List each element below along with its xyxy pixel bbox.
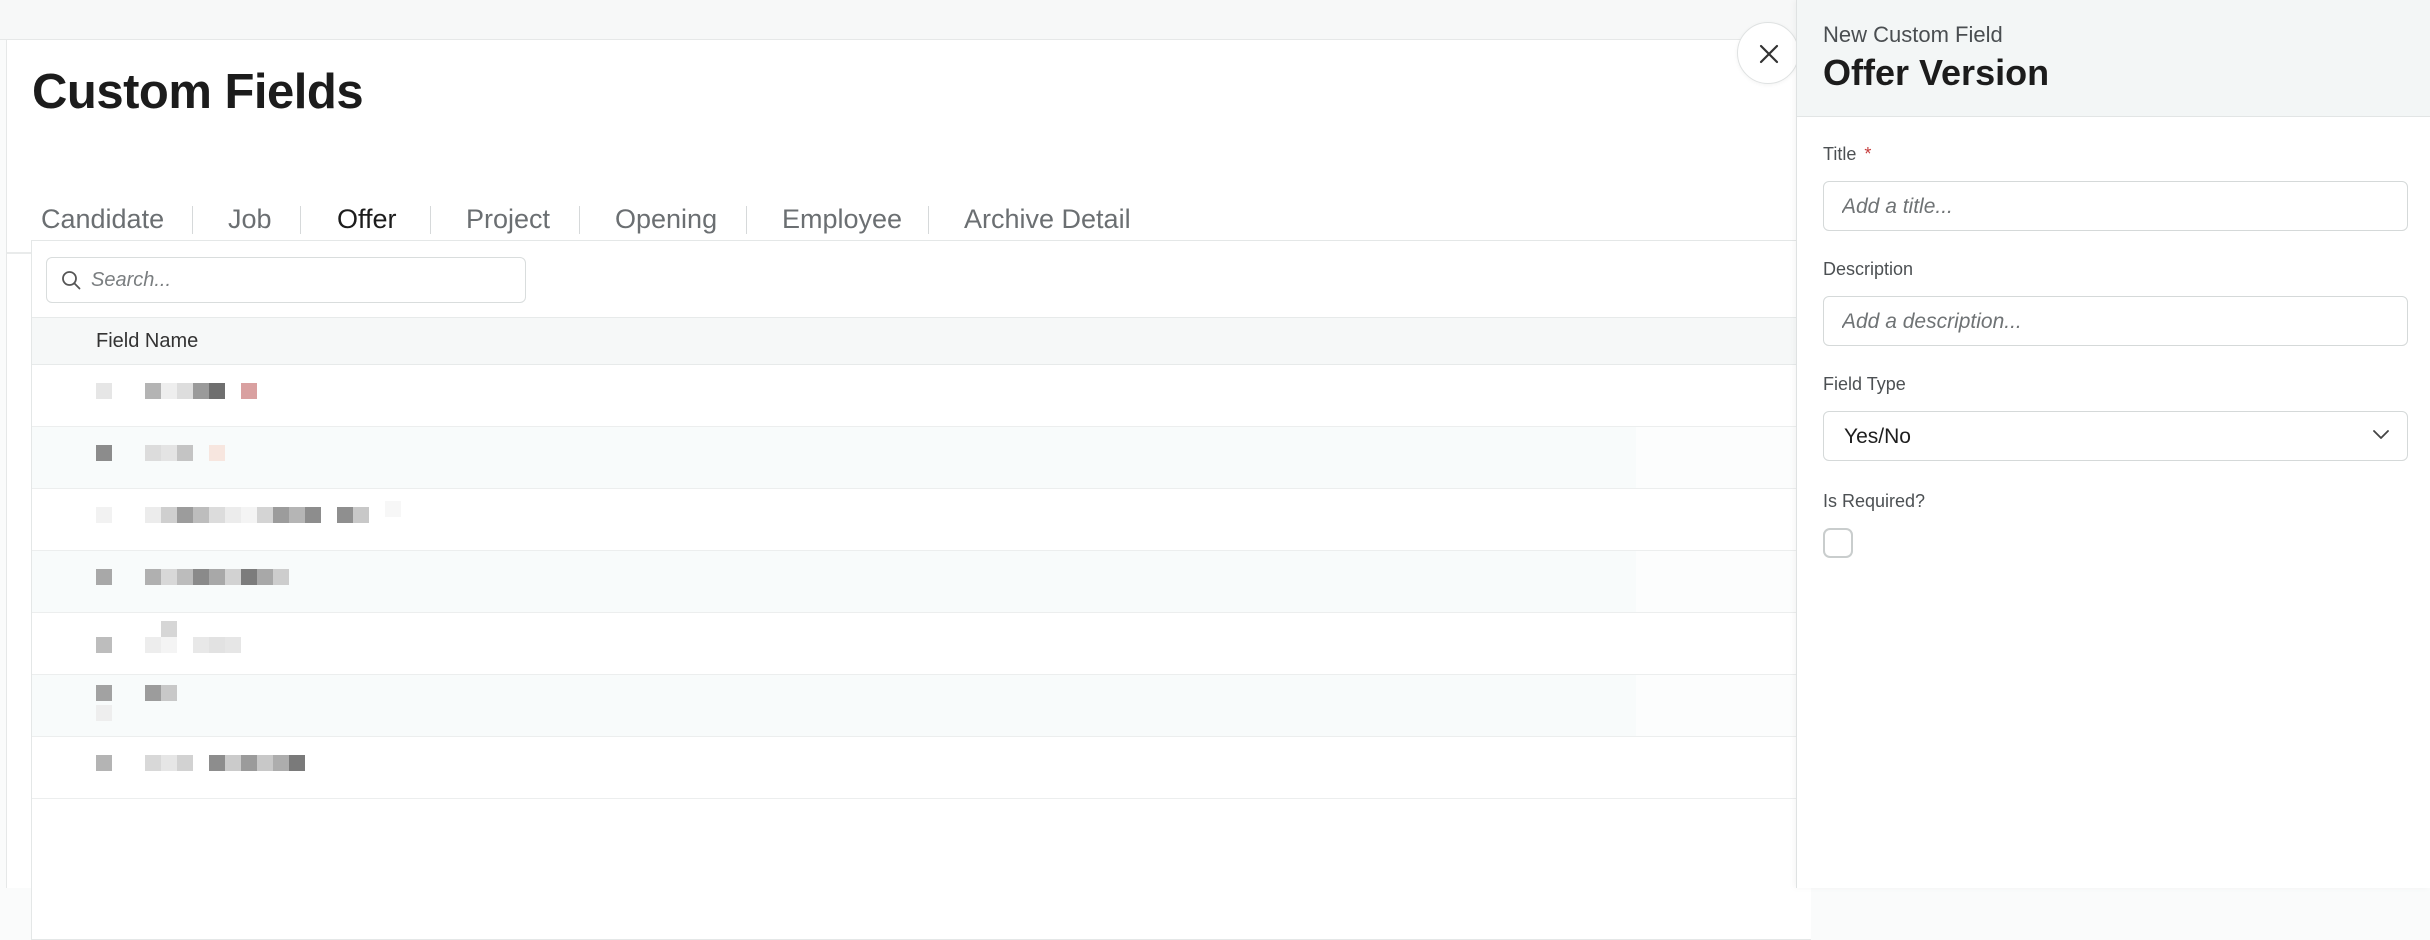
table-row[interactable] — [32, 365, 1812, 427]
title-label-text: Title — [1823, 144, 1857, 164]
field-type-value: Yes/No — [1844, 425, 1911, 448]
table-header: Field Name — [32, 317, 1812, 365]
search-box[interactable] — [46, 257, 526, 303]
new-custom-field-drawer: New Custom Field Offer Version Title * De… — [1796, 0, 2430, 888]
close-drawer-button[interactable] — [1737, 22, 1799, 84]
drawer-subtitle: New Custom Field — [1823, 22, 2003, 47]
table-body — [32, 365, 1812, 799]
table-row[interactable] — [32, 613, 1812, 675]
description-input[interactable] — [1842, 309, 2382, 335]
description-field[interactable] — [1823, 296, 2408, 346]
field-type-label: Field Type — [1823, 374, 1906, 394]
tab-separator — [300, 206, 301, 234]
title-input[interactable] — [1842, 194, 2382, 220]
field-type-select[interactable]: Yes/No — [1823, 411, 2408, 461]
table-row[interactable] — [32, 427, 1812, 489]
table-row[interactable] — [32, 551, 1812, 613]
chevron-down-icon — [2373, 430, 2389, 439]
page-title: Custom Fields — [32, 65, 364, 119]
table-row[interactable] — [32, 675, 1812, 737]
table-row[interactable] — [32, 737, 1812, 799]
is-required-checkbox[interactable] — [1823, 528, 1853, 558]
is-required-label: Is Required? — [1823, 491, 1926, 511]
title-field[interactable] — [1823, 181, 2408, 231]
required-asterisk: * — [1864, 144, 1872, 164]
custom-fields-card: Field Name — [31, 240, 1812, 940]
table-row[interactable] — [32, 489, 1812, 551]
tab-separator — [192, 206, 193, 234]
title-label: Title * — [1823, 144, 1871, 165]
tab-separator — [928, 206, 929, 234]
tab-separator — [579, 206, 580, 234]
description-label: Description — [1823, 259, 1914, 279]
tab-separator — [430, 206, 431, 234]
close-icon — [1759, 44, 1779, 64]
drawer-header: New Custom Field Offer Version — [1797, 0, 2430, 117]
drawer-title: Offer Version — [1823, 52, 2050, 93]
main-panel: Custom Fields Candidate Job Offer Projec… — [6, 40, 1812, 940]
search-input[interactable] — [91, 266, 511, 294]
tab-separator — [746, 206, 747, 234]
column-header-field-name: Field Name — [96, 330, 199, 352]
search-icon — [62, 271, 81, 290]
